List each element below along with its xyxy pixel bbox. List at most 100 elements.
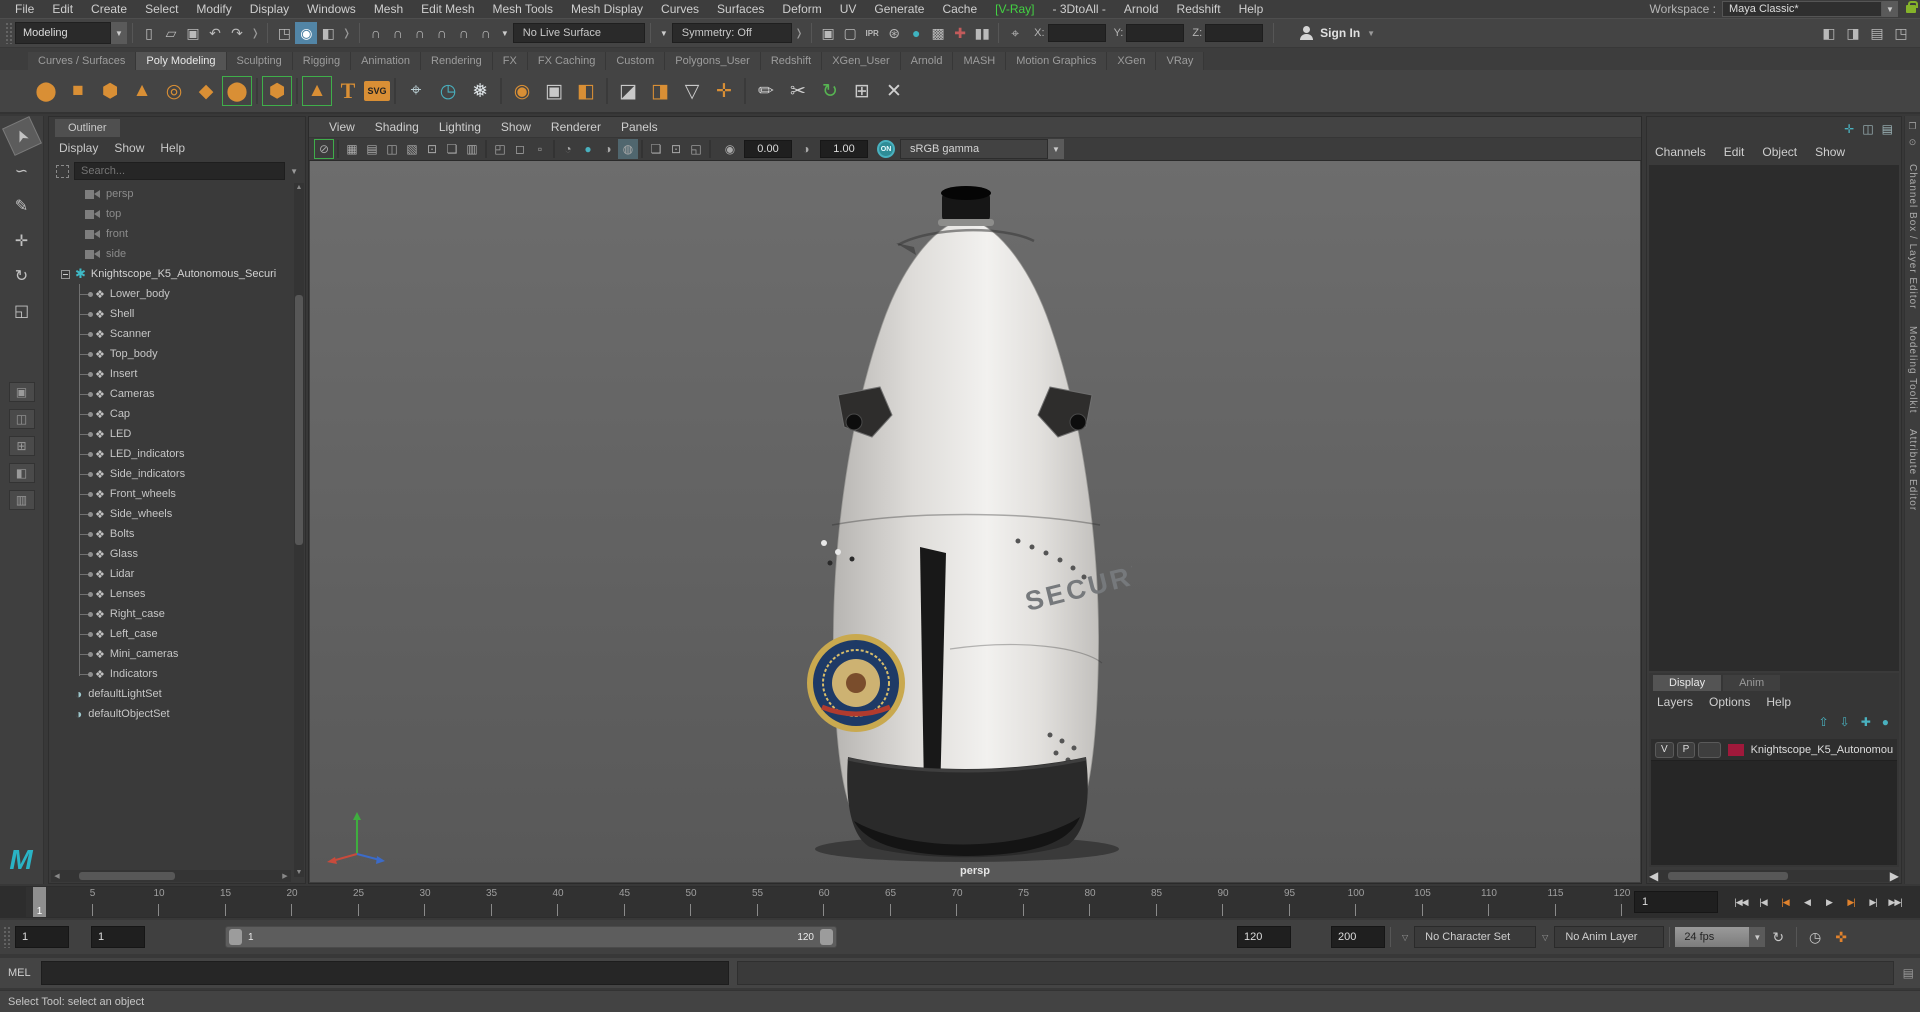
tool-icon[interactable]: ↻: [7, 261, 37, 291]
shelf-tab[interactable]: Poly Modeling: [136, 52, 227, 70]
range-slider[interactable]: 1 120: [225, 926, 837, 948]
playback-button[interactable]: |◀: [1774, 891, 1796, 913]
menu-item[interactable]: Cache: [933, 0, 986, 18]
workspace-selector[interactable]: Maya Classic*: [1722, 1, 1882, 17]
shelf-icon[interactable]: [606, 78, 608, 104]
shelf-icon[interactable]: ■: [62, 75, 94, 107]
scrollbar-thumb[interactable]: [295, 295, 303, 545]
snap-icon[interactable]: ∩: [475, 22, 497, 44]
selection-mode-icon[interactable]: ◧: [317, 22, 339, 44]
shelf-icon[interactable]: ◎: [158, 75, 190, 107]
chevron-down-icon[interactable]: ▼: [1749, 927, 1766, 947]
shelf-icon[interactable]: ◷: [432, 75, 464, 107]
file-action-icon[interactable]: ↶: [204, 22, 226, 44]
chevron-down-icon[interactable]: ▼: [1882, 1, 1898, 17]
lock-icon[interactable]: [1906, 1, 1918, 13]
layer-action-icon[interactable]: ⇧: [1819, 715, 1829, 729]
render-icon[interactable]: ✚: [949, 22, 971, 44]
anim-layer-selector[interactable]: No Anim Layer: [1554, 926, 1665, 948]
viewport-toolbar-icon[interactable]: ◱: [686, 139, 706, 159]
viewport-toolbar-icon[interactable]: ▤: [362, 139, 382, 159]
range-end-handle[interactable]: [820, 929, 833, 945]
current-frame-marker[interactable]: 1: [33, 887, 46, 917]
layout-button[interactable]: ▣: [8, 382, 35, 402]
tool-icon[interactable]: ➤: [1, 116, 42, 156]
snap-icon[interactable]: ∩: [453, 22, 475, 44]
menu-item[interactable]: Create: [82, 0, 136, 18]
shelf-tab[interactable]: XGen: [1107, 52, 1157, 70]
shelf-icon[interactable]: [744, 78, 746, 104]
viewport-toolbar-icon[interactable]: ❏: [646, 139, 666, 159]
viewport-toolbar-icon[interactable]: ⊘: [314, 139, 334, 159]
outliner-camera-row[interactable]: persp: [49, 184, 305, 204]
scroll-up-icon[interactable]: ▲: [294, 184, 304, 191]
viewport-toolbar-icon[interactable]: ▦: [342, 139, 362, 159]
shelf-icon[interactable]: ✕: [878, 75, 910, 107]
playback-end-field[interactable]: [1237, 926, 1291, 948]
shelf-icon[interactable]: ◉: [506, 75, 538, 107]
script-editor-icon[interactable]: ▤: [1903, 966, 1914, 980]
tool-icon[interactable]: ∽: [7, 156, 37, 186]
panel-toggle-icon[interactable]: ◳: [1890, 22, 1912, 44]
sidebar-toggle-icon[interactable]: ❐: [1905, 121, 1920, 132]
collapse-arrow-icon[interactable]: ❭: [342, 28, 350, 39]
menu-item[interactable]: Edit Mesh: [412, 0, 483, 18]
outliner-mesh-row[interactable]: ❖ Indicators: [49, 664, 305, 684]
shelf-icon[interactable]: [394, 78, 396, 104]
gamma-field[interactable]: [820, 140, 868, 158]
shelf-tab[interactable]: FX: [492, 52, 528, 70]
outliner-mesh-row[interactable]: ❖ Insert: [49, 364, 305, 384]
viewport-menu-item[interactable]: Lighting: [429, 120, 491, 134]
live-surface-field[interactable]: No Live Surface: [512, 23, 645, 43]
viewport-toolbar-icon[interactable]: ▧: [402, 139, 422, 159]
colorspace-selector[interactable]: sRGB gamma: [900, 139, 1048, 159]
search-input[interactable]: [74, 162, 286, 180]
shelf-icon[interactable]: ✛: [708, 75, 740, 107]
scrollbar-thumb[interactable]: [1668, 872, 1789, 880]
command-input[interactable]: [40, 961, 729, 985]
sidebar-vertical-tab[interactable]: Channel Box / Layer Editor: [1907, 164, 1918, 310]
outliner-mesh-row[interactable]: ❖ Lower_body: [49, 284, 305, 304]
shelf-icon[interactable]: ◨: [644, 75, 676, 107]
tool-icon[interactable]: ◱: [7, 296, 37, 326]
chevron-down-icon[interactable]: ▽: [1542, 933, 1548, 942]
viewport-toolbar-icon[interactable]: ⊡: [422, 139, 442, 159]
current-frame-field[interactable]: [1634, 891, 1718, 913]
file-action-icon[interactable]: ↷: [226, 22, 248, 44]
playback-start-field[interactable]: [91, 926, 145, 948]
chevron-down-icon[interactable]: ▼: [290, 167, 298, 176]
viewport-toolbar-icon[interactable]: ◔: [558, 139, 578, 159]
exposure-icon[interactable]: ◉: [720, 139, 740, 159]
viewport-menu-item[interactable]: Renderer: [541, 120, 611, 134]
outliner-mesh-row[interactable]: ❖ Lidar: [49, 564, 305, 584]
menu-item[interactable]: Curves: [652, 0, 708, 18]
sidebar-toggle-icon[interactable]: ⊙: [1905, 137, 1920, 148]
playback-button[interactable]: |◀: [1752, 891, 1774, 913]
menu-item[interactable]: Windows: [298, 0, 365, 18]
layer-action-icon[interactable]: ✚: [1861, 715, 1871, 729]
layer-row[interactable]: V P Knightscope_K5_Autonomous_: [1651, 739, 1897, 761]
file-action-icon[interactable]: ▣: [182, 22, 204, 44]
shelf-icon[interactable]: ▽: [676, 75, 708, 107]
viewport-toolbar-icon[interactable]: ◑: [598, 139, 618, 159]
viewport-toolbar-icon[interactable]: ▫: [530, 139, 550, 159]
file-action-icon[interactable]: ▱: [160, 22, 182, 44]
channel-box-menu-item[interactable]: Edit: [1724, 145, 1745, 159]
viewport-canvas[interactable]: SECURITY persp: [310, 161, 1640, 882]
viewport-menu-item[interactable]: Show: [491, 120, 541, 134]
outliner-set-row[interactable]: ◑ defaultLightSet: [49, 684, 305, 704]
shelf-tab[interactable]: FX Caching: [527, 52, 607, 70]
outliner-mesh-row[interactable]: ❖ Cap: [49, 404, 305, 424]
outliner-menu-item[interactable]: Help: [160, 141, 185, 155]
scroll-left-icon[interactable]: ◀: [1649, 869, 1658, 883]
viewport-toolbar-icon[interactable]: ●: [578, 139, 598, 159]
outliner-camera-row[interactable]: side: [49, 244, 305, 264]
scroll-down-icon[interactable]: ▼: [294, 869, 304, 876]
shelf-icon[interactable]: [256, 78, 258, 104]
outliner-mesh-row[interactable]: ❖ Shell: [49, 304, 305, 324]
shelf-tab[interactable]: XGen_User: [822, 52, 901, 70]
shelf-icon[interactable]: [500, 78, 502, 104]
layout-button[interactable]: ⊞: [8, 436, 35, 456]
outliner-tab[interactable]: Outliner: [55, 119, 120, 137]
shelf-icon[interactable]: ▲: [126, 75, 158, 107]
